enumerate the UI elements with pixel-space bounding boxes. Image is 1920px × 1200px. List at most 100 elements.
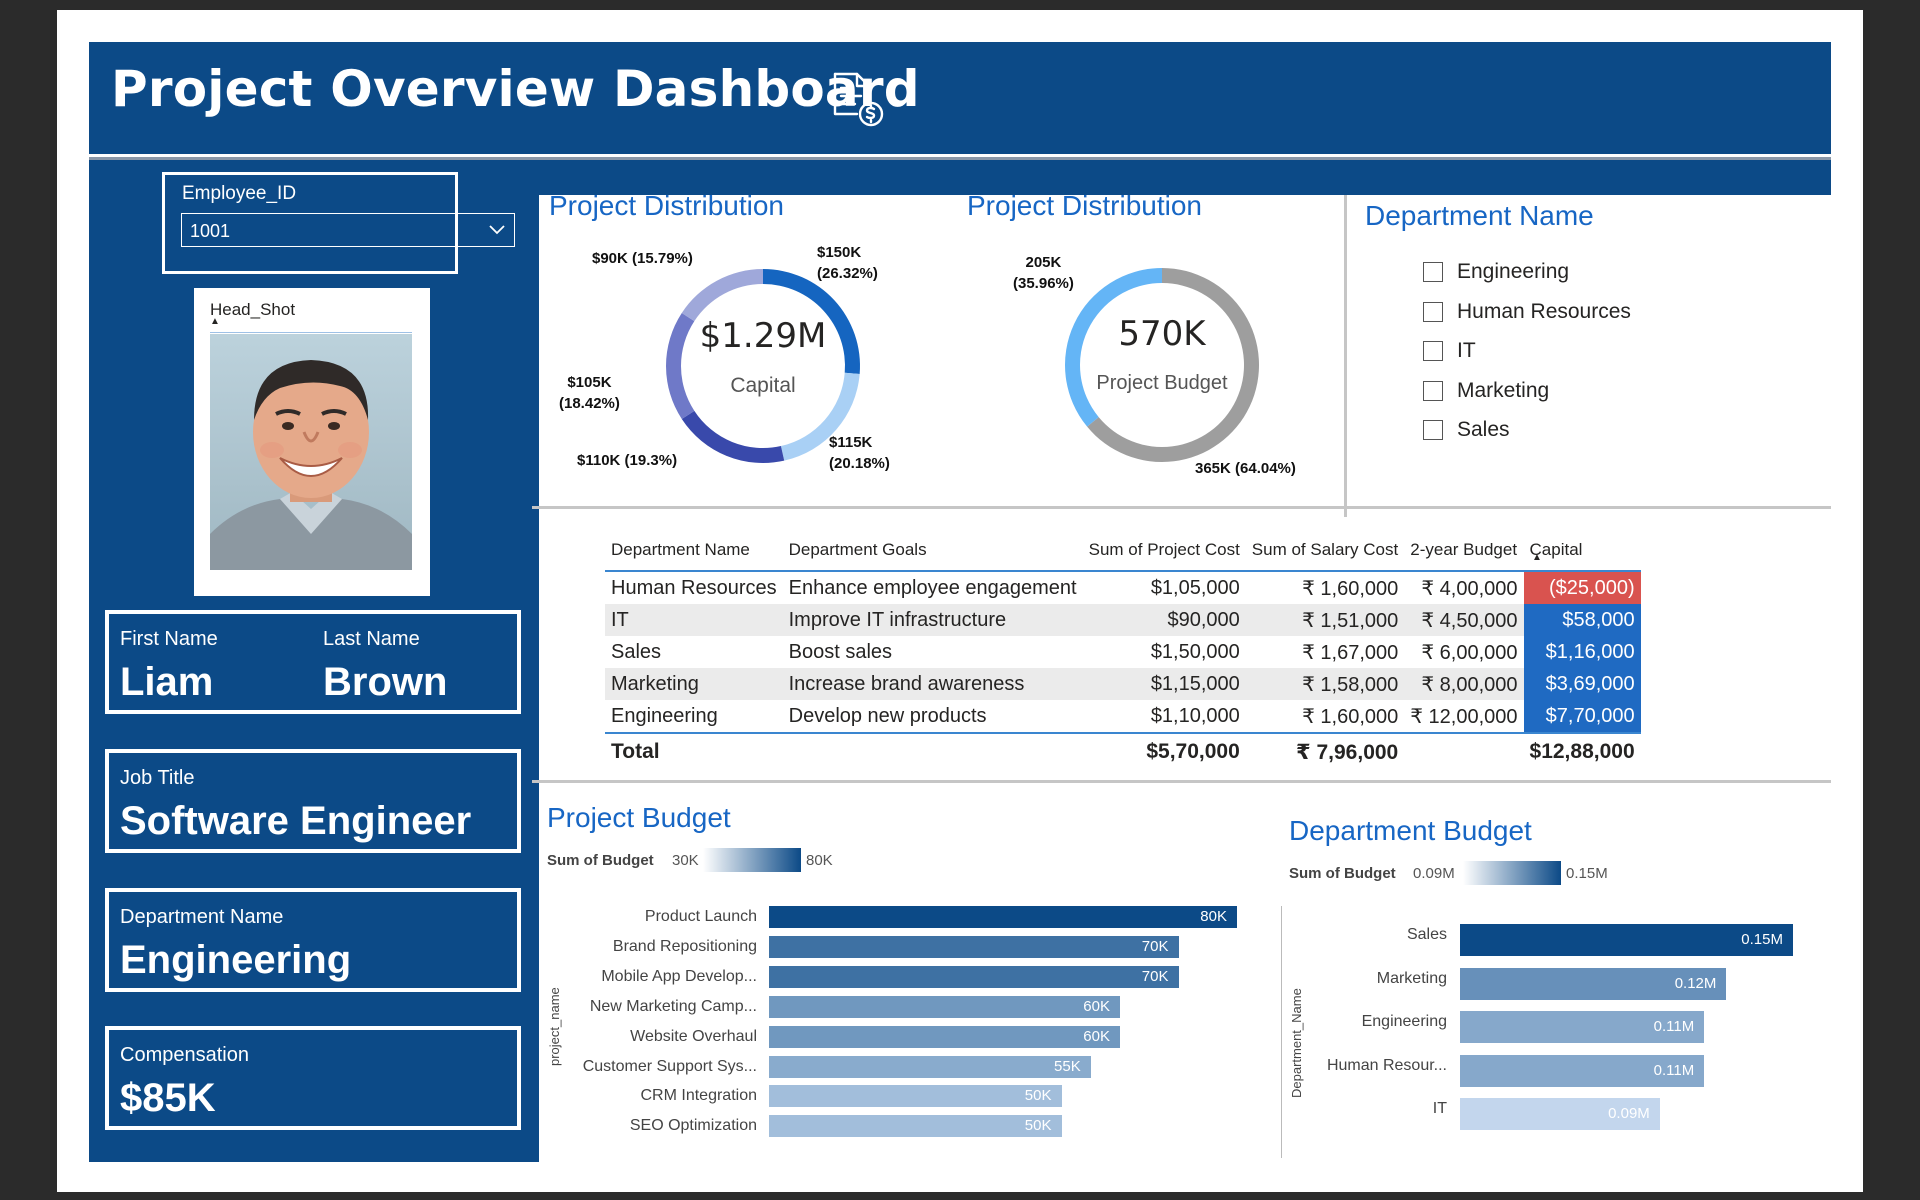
bar[interactable]: 0.11M (1460, 1011, 1705, 1043)
bar-value-label: 60K (1083, 1027, 1110, 1045)
capital-center-label: Capital (730, 374, 796, 397)
gradient-legend (703, 848, 801, 872)
bar-category-label: Mobile App Develop... (601, 967, 757, 985)
department-option-label: Marketing (1457, 378, 1550, 402)
bar-category-label: IT (1432, 1100, 1447, 1117)
department-option-label: Sales (1457, 418, 1510, 441)
bar[interactable]: 50K (769, 1085, 1062, 1108)
bar-value-label: 0.11M (1653, 1018, 1695, 1035)
last-name-label: Last Name (323, 628, 420, 650)
column-header[interactable]: Department Goals (782, 536, 1083, 572)
table-cell: ₹ 1,67,000 (1302, 641, 1399, 664)
table-cell: Increase brand awareness (782, 668, 1083, 700)
section-divider-bottom (532, 780, 1831, 783)
table-total-row: Total $5,70,000 ₹ 7,96,000 $12,88,000 (605, 732, 1641, 768)
table-cell: $90,000 (1082, 604, 1246, 636)
legend-max: 80K (806, 852, 833, 869)
legend-min: 0.09M (1413, 865, 1455, 882)
bar-value-label: 0.09M (1608, 1105, 1650, 1122)
bar[interactable]: 60K (769, 1025, 1120, 1048)
dashboard-canvas: Project Overview Dashboard Employee_ID 1… (57, 10, 1863, 1192)
bar[interactable]: 55K (769, 1055, 1091, 1078)
first-name-value: Liam (120, 660, 214, 704)
bar[interactable]: 70K (769, 965, 1179, 988)
donut-slice[interactable] (681, 410, 785, 463)
sort-arrow-icon[interactable]: ▲ (1532, 552, 1542, 563)
bar[interactable]: 70K (769, 935, 1179, 958)
bar[interactable]: 60K (769, 995, 1120, 1018)
first-name-label: First Name (120, 628, 218, 650)
table-cell: ₹ 1,60,000 (1302, 577, 1399, 600)
table-cell: ₹ 1,58,000 (1245, 668, 1405, 700)
budget-center-label: Project Budget (1096, 372, 1228, 394)
employee-id-slicer: Employee_ID 1001 (162, 172, 515, 274)
budget-donut-title: Project Distribution (967, 190, 1202, 221)
employee-id-dropdown[interactable]: 1001 (181, 213, 515, 247)
checkbox[interactable] (1423, 262, 1443, 282)
bar[interactable]: 50K (769, 1115, 1062, 1138)
legend-title: Sum of Budget (1289, 865, 1396, 882)
column-header[interactable]: Department Name (605, 536, 783, 572)
total-cell: $12,88,000 (1523, 732, 1641, 768)
chevron-down-icon (488, 216, 506, 247)
bar[interactable]: 0.11M (1460, 1054, 1705, 1087)
total-cell (1404, 732, 1524, 768)
bar-value-label: 0.15M (1741, 931, 1783, 948)
table-row[interactable]: Sales Boost sales $1,50,000 ₹ 1,67,000 ₹ 6,0… (605, 636, 1641, 668)
department-option-label: Engineering (1457, 260, 1570, 283)
compensation-value: $85K (120, 1076, 216, 1120)
budget-donut-chart (1065, 268, 1259, 462)
department-option-label: Human Resources (1457, 299, 1631, 323)
department-table: Department Name Department Goals Sum of Pr… (605, 536, 1641, 768)
table-row[interactable]: Engineering Develop new products $1,10,000… (605, 700, 1641, 733)
column-header[interactable]: Sum of Salary Cost (1245, 536, 1405, 572)
bar[interactable]: 80K (769, 906, 1237, 928)
bar-category-label: Marketing (1376, 969, 1447, 987)
bar-value-label: 70K (1141, 937, 1169, 955)
slice-label-105k: $105K (18.42%) (559, 374, 620, 412)
table-cell: Sales (611, 640, 662, 663)
total-cell (782, 732, 1083, 768)
bar-category-label: New Marketing Camp... (589, 997, 757, 1015)
slice-label-365k: 365K (64.04%) (1195, 460, 1296, 477)
column-header[interactable]: 2-year Budget (1404, 536, 1524, 572)
bar[interactable]: 0.15M (1460, 924, 1793, 956)
slice-label-150k: $150K (26.32%) (817, 244, 878, 282)
table-cell: $1,15,000 (1082, 668, 1246, 700)
bar-value-label: 0.11M (1653, 1061, 1695, 1079)
department-label: Department Name (120, 906, 284, 928)
bar[interactable]: 0.12M (1460, 967, 1727, 1000)
gradient-legend (1463, 861, 1561, 885)
donut-slice[interactable] (681, 269, 763, 322)
checkbox[interactable] (1423, 341, 1443, 361)
table-cell: ₹ 1,60,000 (1302, 705, 1399, 728)
bar-value-label: 0.12M (1674, 974, 1717, 992)
bar[interactable]: 0.09M (1460, 1098, 1660, 1130)
table-row[interactable]: Human Resources Enhance employee engageme… (605, 571, 1641, 604)
bar-value-label: 50K (1024, 1117, 1052, 1135)
bar-category-label: Human Resour... (1326, 1056, 1447, 1074)
bar-category-label: Customer Support Sys... (582, 1057, 757, 1075)
slice-label-110k: $110K (19.3%) (577, 452, 678, 469)
bar-value-label: 60K (1083, 997, 1110, 1015)
job-title-card: Job Title Software Engineer (105, 749, 521, 853)
total-cell: ₹ 7,96,000 (1245, 732, 1405, 768)
budget-center-value: 570K (1118, 314, 1206, 354)
bar-value-label: 80K (1200, 908, 1227, 925)
legend-title: Sum of Budget (547, 852, 654, 869)
table-row[interactable]: IT Improve IT infrastructure $90,000 ₹ 1,51… (605, 604, 1641, 636)
page-title: Project Overview Dashboard (111, 60, 920, 118)
table-cell: ₹ 6,00,000 (1421, 641, 1518, 664)
total-cell: $5,70,000 (1082, 732, 1246, 768)
column-header[interactable]: Sum of Project Cost (1082, 536, 1246, 572)
slicer-label: Employee_ID (182, 183, 297, 204)
checkbox[interactable] (1423, 420, 1443, 440)
bar-category-label: Sales (1406, 926, 1447, 943)
total-cell: Total (605, 732, 783, 768)
bar-category-label: Brand Repositioning (612, 937, 757, 955)
checkbox[interactable] (1423, 380, 1443, 401)
left-panel: Employee_ID 1001 Head_Shot ▲ First Name … (89, 160, 539, 1162)
table-row[interactable]: Marketing Increase brand awareness $1,15,0… (605, 668, 1641, 700)
checkbox[interactable] (1423, 301, 1443, 322)
sort-arrow-icon[interactable]: ▲ (210, 316, 220, 327)
